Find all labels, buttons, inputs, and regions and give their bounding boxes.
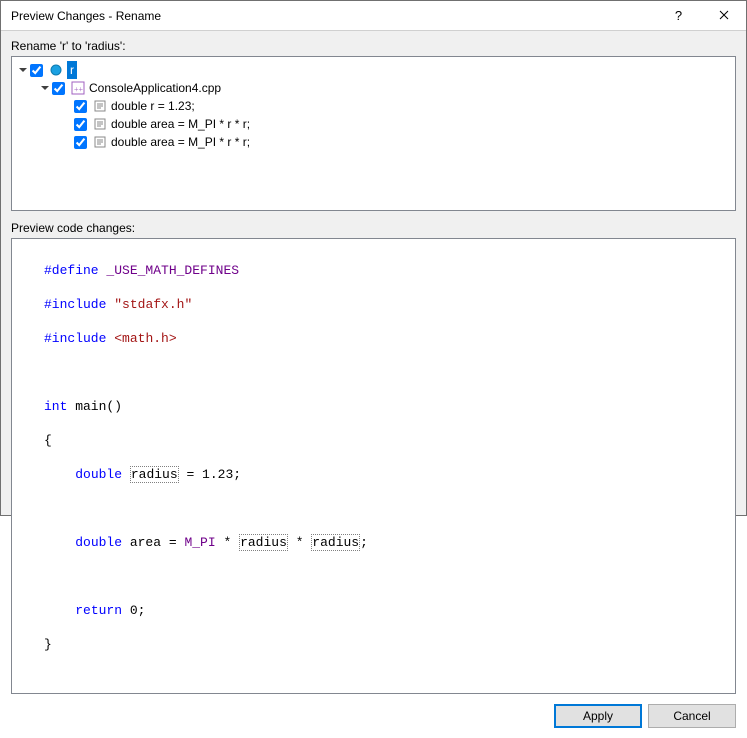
expander-icon[interactable] [16,63,30,77]
titlebar: Preview Changes - Rename ? [1,1,746,31]
code-token: #include [44,331,106,346]
tree-root-row[interactable]: r [14,61,733,79]
help-button[interactable]: ? [656,1,701,30]
code-token: int [44,399,67,414]
code-token: return [75,603,122,618]
preview-changes-dialog: Preview Changes - Rename ? Rename 'r' to… [0,0,747,516]
tree-file-row[interactable]: ++ ConsoleApplication4.cpp [14,79,733,97]
tree-ref-checkbox[interactable] [74,100,87,113]
button-row: Apply Cancel [11,694,736,728]
code-token: } [44,637,52,652]
tree-file-label: ConsoleApplication4.cpp [89,79,221,97]
expander-icon[interactable] [38,81,52,95]
close-icon [719,9,729,23]
tree-ref-row[interactable]: double r = 1.23; [14,97,733,115]
code-ref-icon [92,116,108,132]
code-ref-icon [92,98,108,114]
code-token: _USE_MATH_DEFINES [106,263,239,278]
svg-text:++: ++ [74,85,84,94]
tree-ref-label: double area = M_PI * r * r; [111,133,250,151]
dialog-content: Rename 'r' to 'radius': r ++ [1,31,746,738]
code-token: = 1.23; [179,467,241,482]
code-token: main() [67,399,122,414]
code-token: * [288,535,311,550]
rename-label: Rename 'r' to 'radius': [11,39,736,53]
tree-ref-label: double r = 1.23; [111,97,195,115]
tree-ref-row[interactable]: double area = M_PI * r * r; [14,133,733,151]
code-token: M_PI [184,535,215,550]
window-title: Preview Changes - Rename [11,9,656,23]
tree-ref-checkbox[interactable] [74,136,87,149]
code-token: double [75,535,122,550]
code-token: { [44,433,52,448]
code-token: #define [44,263,99,278]
variable-icon [48,62,64,78]
tree-ref-label: double area = M_PI * r * r; [111,115,250,133]
renamed-token: radius [239,534,288,551]
cancel-button[interactable]: Cancel [648,704,736,728]
apply-button[interactable]: Apply [554,704,642,728]
code-token: ; [360,535,368,550]
tree-root-label: r [67,61,77,79]
tree-file-checkbox[interactable] [52,82,65,95]
code-token: * [216,535,239,550]
close-button[interactable] [701,1,746,30]
changes-tree[interactable]: r ++ ConsoleApplication4.cpp double r = … [11,56,736,211]
code-preview-wrap: #define _USE_MATH_DEFINES #include "stda… [11,238,736,694]
renamed-token: radius [130,466,179,483]
code-token: #include [44,297,106,312]
cpp-file-icon: ++ [70,80,86,96]
tree-ref-row[interactable]: double area = M_PI * r * r; [14,115,733,133]
code-token: double [75,467,122,482]
code-token: <math.h> [114,331,176,346]
code-preview[interactable]: #define _USE_MATH_DEFINES #include "stda… [11,238,736,694]
preview-label: Preview code changes: [11,221,736,235]
tree-root-checkbox[interactable] [30,64,43,77]
renamed-token: radius [311,534,360,551]
code-token: "stdafx.h" [114,297,192,312]
tree-ref-checkbox[interactable] [74,118,87,131]
code-ref-icon [92,134,108,150]
help-icon: ? [675,8,682,23]
code-token: 0; [122,603,145,618]
code-token: area = [122,535,184,550]
